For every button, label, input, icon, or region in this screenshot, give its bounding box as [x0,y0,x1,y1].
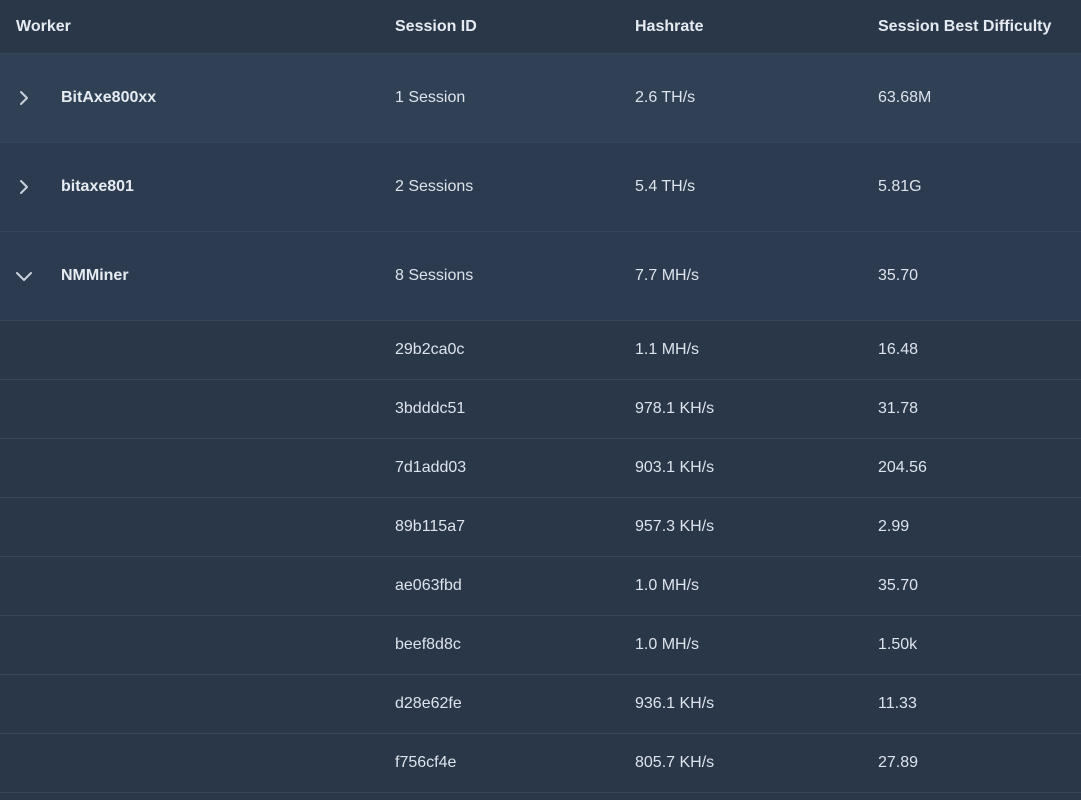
worker-best-difficulty: 35.70 [878,267,919,284]
worker-row[interactable]: BitAxe800xx 1 Session 2.6 TH/s 63.68M [0,54,1081,143]
session-id: f756cf4e [395,754,457,771]
session-best-difficulty: 35.70 [878,577,919,594]
session-best-difficulty: 2.99 [878,518,910,535]
session-id: d28e62fe [395,695,462,712]
session-hashrate: 936.1 KH/s [635,695,715,712]
worker-session-count: 1 Session [395,89,466,106]
session-id: 29b2ca0c [395,341,465,358]
session-row: 89b115a7 957.3 KH/s 2.99 [0,498,1081,557]
session-id: ae063fbd [395,577,462,594]
session-best-difficulty: 204.56 [878,459,927,476]
session-hashrate: 957.3 KH/s [635,518,715,535]
worker-best-difficulty: 5.81G [878,178,922,195]
column-header-worker[interactable]: Worker [16,18,71,36]
session-row: beef8d8c 1.0 MH/s 1.50k [0,616,1081,675]
session-best-difficulty: 27.89 [878,754,919,771]
session-best-difficulty: 1.50k [878,636,918,653]
workers-table: Worker Session ID Hashrate Session Best … [0,0,1081,800]
session-row: d28e62fe 936.1 KH/s 11.33 [0,675,1081,734]
worker-best-difficulty: 63.68M [878,89,932,106]
session-hashrate: 903.1 KH/s [635,459,715,476]
session-hashrate: 978.1 KH/s [635,400,715,417]
worker-name: NMMiner [61,267,129,284]
chevron-right-icon[interactable] [14,88,34,108]
session-hashrate: 1.1 MH/s [635,341,700,358]
session-row: f756cf4e 805.7 KH/s 27.89 [0,734,1081,793]
worker-session-count: 2 Sessions [395,178,474,195]
worker-name: BitAxe800xx [61,89,157,106]
worker-session-count: 8 Sessions [395,267,474,284]
session-row: 3bdddc51 978.1 KH/s 31.78 [0,380,1081,439]
session-hashrate: 805.7 KH/s [635,754,715,771]
column-header-best-difficulty[interactable]: Session Best Difficulty [878,18,1051,36]
session-id: 7d1add03 [395,459,467,476]
session-id: beef8d8c [395,636,461,653]
worker-hashrate: 2.6 TH/s [635,89,696,106]
session-row: 7d1add03 903.1 KH/s 204.56 [0,439,1081,498]
worker-row[interactable]: NMMiner 8 Sessions 7.7 MH/s 35.70 [0,232,1081,321]
session-row: 29b2ca0c 1.1 MH/s 16.48 [0,321,1081,380]
worker-hashrate: 7.7 MH/s [635,267,700,284]
chevron-right-icon[interactable] [14,177,34,197]
session-id: 3bdddc51 [395,400,466,417]
table-header: Worker Session ID Hashrate Session Best … [0,0,1081,54]
session-best-difficulty: 11.33 [878,695,917,712]
session-id: 89b115a7 [395,518,465,535]
column-header-session-id[interactable]: Session ID [395,18,477,36]
column-header-hashrate[interactable]: Hashrate [635,18,703,36]
worker-name: bitaxe801 [61,178,134,195]
chevron-down-icon[interactable] [14,266,34,286]
session-best-difficulty: 31.78 [878,400,919,417]
worker-hashrate: 5.4 TH/s [635,178,696,195]
session-row: ae063fbd 1.0 MH/s 35.70 [0,557,1081,616]
session-best-difficulty: 16.48 [878,341,919,358]
session-hashrate: 1.0 MH/s [635,636,700,653]
worker-row[interactable]: bitaxe801 2 Sessions 5.4 TH/s 5.81G [0,143,1081,232]
session-hashrate: 1.0 MH/s [635,577,700,594]
